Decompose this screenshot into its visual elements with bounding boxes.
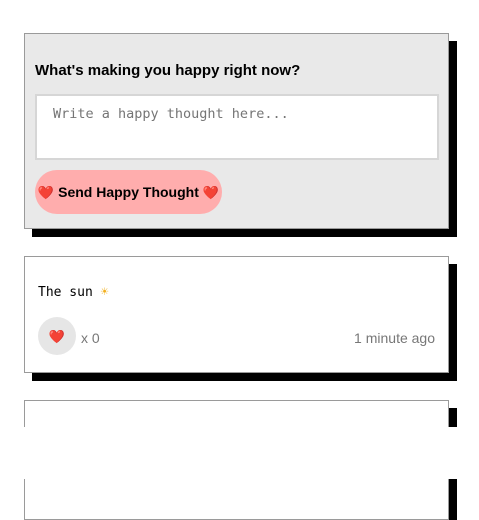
timestamp: 1 minute ago (354, 330, 435, 346)
sun-icon: ☀ (100, 285, 109, 300)
heart-icon: ❤️ (48, 328, 66, 344)
send-button-label: Send Happy Thought (58, 184, 199, 200)
form-prompt: What's making you happy right now? (35, 62, 301, 79)
page-cutoff (0, 427, 479, 479)
happy-thought-form: What's making you happy right now? ❤️ Se… (24, 33, 449, 229)
thought-text: The sun (38, 285, 93, 300)
send-happy-thought-button[interactable]: ❤️ Send Happy Thought ❤️ (35, 170, 222, 214)
heart-icon: ❤️ (37, 184, 55, 200)
like-count: x 0 (81, 330, 100, 346)
like-button[interactable]: ❤️ (38, 317, 76, 355)
thought-card: The sun ☀ ❤️ x 0 1 minute ago (24, 256, 449, 373)
heart-icon: ❤️ (202, 184, 220, 200)
thought-input[interactable] (35, 94, 439, 160)
thought-message: The sun ☀ (38, 285, 108, 300)
